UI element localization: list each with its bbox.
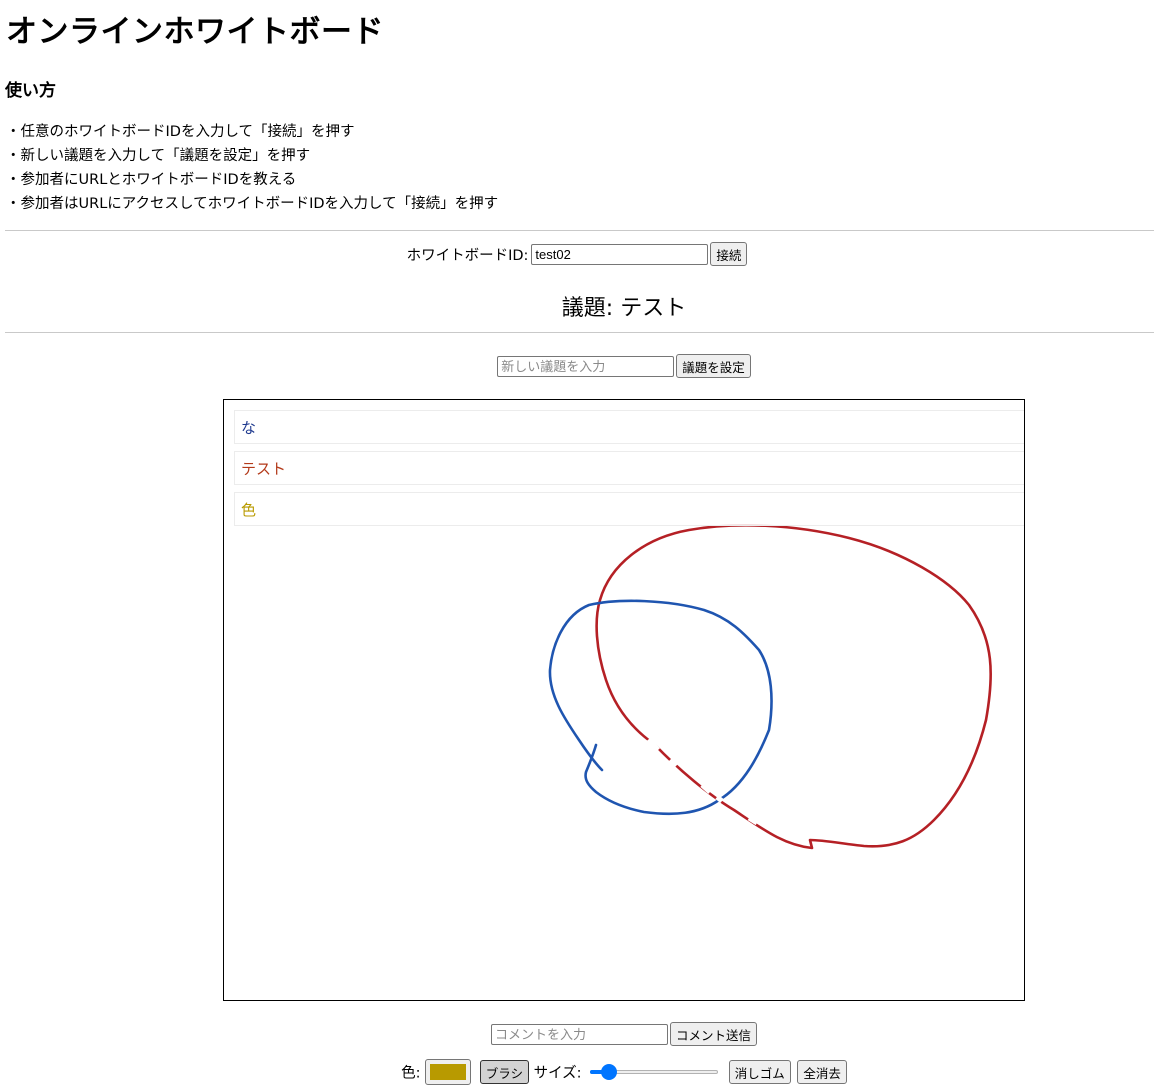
page-title: オンラインホワイトボード — [6, 14, 384, 50]
comment-text: な — [241, 419, 257, 437]
color-picker[interactable] — [425, 1059, 472, 1085]
color-label: 色: — [401, 1065, 421, 1082]
eraser-gap — [700, 783, 712, 794]
comment-form: コメント送信 — [0, 1022, 1154, 1046]
comment-text: 色 — [241, 501, 257, 519]
connection-row: ホワイトボードID: 接続 — [0, 242, 1154, 266]
brush-button[interactable]: ブラシ — [479, 1060, 529, 1084]
clear-all-button[interactable]: 全消去 — [797, 1060, 847, 1084]
set-topic-button[interactable]: 議題を設定 — [676, 354, 751, 378]
comment-item: テスト — [234, 451, 1024, 485]
toolbar: 色: ブラシ サイズ: 消しゴム 全消去 — [0, 1059, 1154, 1085]
send-comment-button[interactable]: コメント送信 — [669, 1022, 757, 1046]
usage-step: ・新しい議題を入力して「議題を設定」を押す — [6, 148, 311, 164]
color-swatch-fill — [430, 1064, 467, 1080]
board-id-label: ホワイトボードID: — [406, 247, 529, 264]
usage-heading: 使い方 — [5, 81, 56, 101]
eraser-button[interactable]: 消しゴム — [728, 1060, 791, 1084]
comment-text: テスト — [241, 460, 287, 478]
topic-display: 議題: テスト — [561, 296, 687, 321]
page: オンラインホワイトボード 使い方 ・任意のホワイトボードIDを入力して「接続」を… — [0, 0, 1154, 1088]
slider-thumb[interactable] — [601, 1064, 618, 1080]
whiteboard-canvas[interactable]: な テスト 色 — [223, 399, 1025, 1001]
eraser-gap — [715, 795, 724, 803]
topic-form: 議題を設定 — [0, 354, 1154, 378]
comment-item: 色 — [234, 492, 1024, 526]
eraser-gap — [668, 758, 678, 768]
usage-step: ・任意のホワイトボードIDを入力して「接続」を押す — [6, 124, 355, 140]
size-slider[interactable] — [590, 1064, 719, 1080]
new-topic-input[interactable] — [497, 355, 675, 377]
divider — [5, 230, 1154, 231]
comment-input[interactable] — [490, 1023, 668, 1045]
connect-button[interactable]: 接続 — [710, 242, 748, 266]
drawing-layer — [548, 524, 993, 850]
size-label: サイズ: — [533, 1065, 582, 1082]
usage-step: ・参加者にURLとホワイトボードIDを教える — [6, 172, 297, 188]
board-id-input[interactable] — [531, 243, 709, 265]
usage-step: ・参加者はURLにアクセスしてホワイトボードIDを入力して「接続」を押す — [6, 196, 499, 212]
eraser-gap — [647, 737, 660, 752]
drawn-stroke — [548, 599, 773, 816]
drawn-stroke — [595, 524, 993, 850]
comment-item: な — [234, 410, 1024, 444]
usage-list: ・任意のホワイトボードIDを入力して「接続」を押す ・新しい議題を入力して「議題… — [6, 120, 498, 216]
divider — [5, 332, 1154, 333]
